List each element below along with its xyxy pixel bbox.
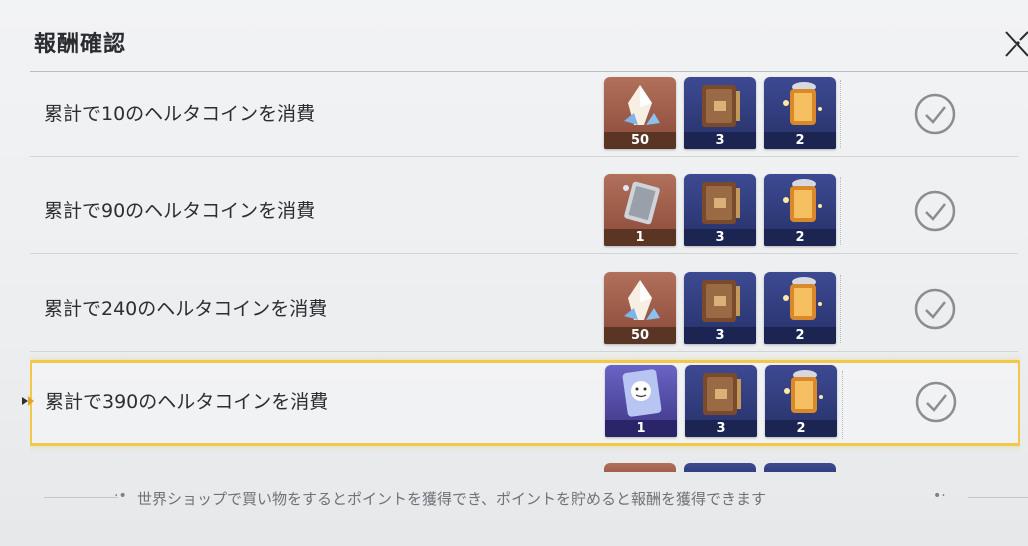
item-count: 50	[604, 132, 676, 149]
book-icon[interactable]: 3	[684, 77, 756, 149]
book-icon[interactable]: 3	[685, 365, 757, 437]
next-item-peek	[604, 463, 676, 472]
footer-line	[968, 497, 1028, 498]
footer-line	[44, 497, 118, 498]
item-count: 3	[684, 132, 756, 149]
claimed-check-icon	[913, 92, 957, 136]
item-count: 2	[764, 327, 836, 344]
lantern-icon[interactable]: 2	[764, 174, 836, 246]
selection-arrow-icon	[20, 393, 34, 407]
claimed-check-icon	[913, 287, 957, 331]
item-count: 3	[684, 327, 756, 344]
reward-condition-label: 累計で240のヘルタコインを消費	[44, 298, 328, 320]
lantern-icon[interactable]: 2	[765, 365, 837, 437]
item-count: 2	[764, 229, 836, 246]
divider	[840, 177, 842, 245]
reward-condition-label: 累計で390のヘルタコインを消費	[45, 391, 329, 413]
crystal-icon[interactable]: 50	[604, 77, 676, 149]
lantern-icon[interactable]: 2	[764, 77, 836, 149]
divider	[840, 275, 842, 343]
claimed-check-icon	[913, 189, 957, 233]
close-icon[interactable]	[1000, 26, 1028, 62]
next-item-peek	[764, 463, 836, 472]
divider	[842, 371, 844, 439]
reward-row: 累計で90のヘルタコインを消費 1 3 2	[30, 169, 1018, 254]
reward-condition-label: 累計で10のヘルタコインを消費	[44, 103, 316, 125]
reward-row-selected[interactable]: 累計で390のヘルタコインを消費 1 3 2	[30, 360, 1020, 446]
reward-row: 累計で240のヘルタコインを消費 50 3 2	[30, 267, 1018, 352]
claimed-check-icon	[914, 380, 958, 424]
lantern-icon[interactable]: 2	[764, 272, 836, 344]
card-icon[interactable]: 1	[604, 174, 676, 246]
item-count: 2	[765, 420, 837, 437]
footer-hint-text: 世界ショップで買い物をするとポイントを獲得でき、ポイントを貯めると報酬を獲得でき…	[137, 490, 766, 508]
next-item-peek	[684, 463, 756, 472]
item-count: 50	[604, 327, 676, 344]
divider	[840, 80, 842, 148]
page-title: 報酬確認	[34, 32, 127, 57]
item-count: 1	[605, 420, 677, 437]
item-count: 1	[604, 229, 676, 246]
item-count: 3	[685, 420, 757, 437]
footer-ornament: ·•	[114, 488, 127, 504]
character-card-icon[interactable]: 1	[605, 365, 677, 437]
book-icon[interactable]: 3	[684, 272, 756, 344]
item-count: 3	[684, 229, 756, 246]
footer-hint: ·• 世界ショップで買い物をするとポイントを獲得でき、ポイントを貯めると報酬を獲…	[0, 485, 1028, 511]
crystal-icon[interactable]: 50	[604, 272, 676, 344]
reward-list[interactable]: 累計で10のヘルタコインを消費 50 3 2 累計で90のヘルタコインを消費 1…	[30, 72, 1020, 472]
book-icon[interactable]: 3	[684, 174, 756, 246]
reward-condition-label: 累計で90のヘルタコインを消費	[44, 200, 316, 222]
item-count: 2	[764, 132, 836, 149]
footer-ornament: •·	[933, 488, 946, 504]
reward-row: 累計で10のヘルタコインを消費 50 3 2	[30, 72, 1018, 157]
